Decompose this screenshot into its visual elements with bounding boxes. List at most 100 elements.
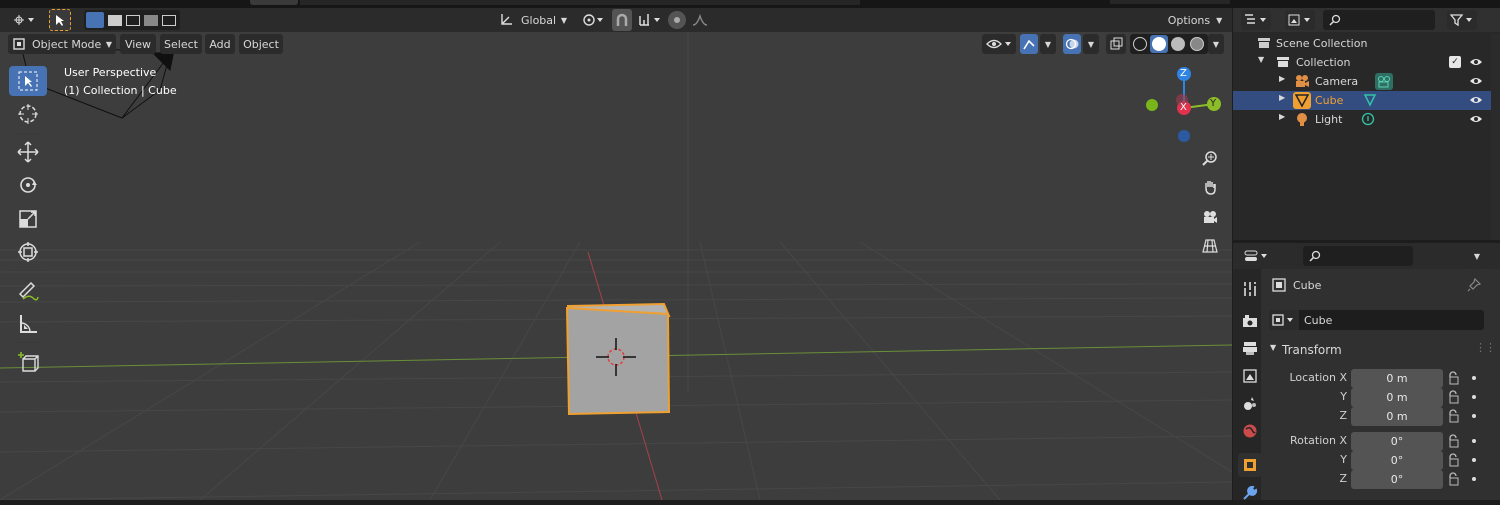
expand-arrow-icon[interactable]: ▶ [1279,74,1285,83]
lock-icon[interactable] [1447,453,1461,467]
scene-tab-icon[interactable] [1238,391,1262,415]
expand-arrow-icon[interactable]: ▶ [1279,93,1285,102]
options-dropdown[interactable]: Options ▼ [1163,10,1227,30]
outliner-row-collection[interactable]: ▼ Collection ✓ [1233,53,1491,72]
shading-mode-group[interactable] [1130,34,1208,54]
lock-icon[interactable] [1447,371,1461,385]
pan-hand-icon[interactable] [1197,174,1223,200]
filter-icon[interactable] [1447,10,1477,30]
menu-object[interactable]: Object [239,34,283,54]
overlays-toggle-icon[interactable] [1063,34,1081,54]
chevron-down-icon[interactable]: ▼ [1208,34,1224,54]
select-box-tool-icon[interactable] [9,66,47,96]
eye-icon[interactable] [1469,114,1483,124]
world-tab-icon[interactable] [1238,419,1262,443]
eye-icon[interactable] [1469,76,1483,86]
keyframe-dot-icon[interactable] [1472,439,1476,443]
add-cube-tool-icon[interactable] [9,347,47,377]
workspace-tabs[interactable] [300,0,860,5]
cube-object[interactable] [560,302,676,420]
measure-tool-icon[interactable] [9,309,47,339]
selection-invert-icon[interactable] [144,15,158,26]
select-tool-icon[interactable] [49,9,71,31]
drag-handle-icon[interactable]: ⋮⋮ [1475,341,1496,354]
eye-icon[interactable] [1469,57,1483,67]
transform-panel-header[interactable]: ▼ Transform ⋮⋮ [1263,339,1500,361]
cursor-tool-icon[interactable] [9,99,47,129]
lock-icon[interactable] [1447,472,1461,486]
annotate-tool-icon[interactable] [9,276,47,306]
keyframe-dot-icon[interactable] [1472,376,1476,380]
mesh-data-icon[interactable] [1363,93,1377,107]
camera-view-icon[interactable] [1197,204,1223,230]
menu-add[interactable]: Add [205,34,235,54]
rotation-x-field[interactable]: 0° [1351,432,1443,451]
outliner-row-camera[interactable]: ▶ Camera [1233,72,1491,91]
modifier-tab-icon[interactable] [1238,481,1262,505]
keyframe-dot-icon[interactable] [1472,458,1476,462]
chevron-down-icon[interactable]: ▼ [1083,34,1099,54]
transform-tool-icon[interactable] [9,237,47,267]
selection-subtract-icon[interactable] [126,15,140,26]
keyframe-dot-icon[interactable] [1472,395,1476,399]
move-tool-icon[interactable] [9,137,47,167]
data-browse-icon[interactable] [1269,310,1299,330]
outliner-scrollbar[interactable] [1491,34,1500,240]
chevron-down-icon[interactable]: ▼ [1040,34,1056,54]
rendered-shading-icon[interactable] [1190,37,1204,51]
view-layer-tab-icon[interactable] [1238,364,1262,388]
outliner-row-scene[interactable]: Scene Collection [1233,34,1491,53]
expand-arrow-icon[interactable]: ▶ [1279,112,1285,121]
selection-intersect-icon[interactable] [162,15,176,26]
scene-selector[interactable] [1110,0,1230,4]
outliner-editor-type-icon[interactable] [1241,10,1271,30]
snap-toggle-icon[interactable] [612,9,632,31]
lock-icon[interactable] [1447,434,1461,448]
location-z-field[interactable]: 0 m [1351,407,1443,426]
menu-view[interactable]: View [120,34,156,54]
outliner-row-cube[interactable]: ▶ Cube [1233,91,1491,110]
tool-settings-tab-icon[interactable] [1238,277,1262,301]
location-y-field[interactable]: 0 m [1351,388,1443,407]
selection-extend-icon[interactable] [108,15,122,26]
eye-icon[interactable] [1469,95,1483,105]
location-x-field[interactable]: 0 m [1351,369,1443,388]
pivot-point-icon[interactable] [578,10,608,30]
wireframe-shading-icon[interactable] [1133,37,1147,51]
rotation-y-field[interactable]: 0° [1351,451,1443,470]
rotation-z-field[interactable]: 0° [1351,470,1443,489]
lock-icon[interactable] [1447,390,1461,404]
chevron-down-icon[interactable]: ▼ [1465,246,1489,266]
outliner-search-input[interactable] [1323,10,1435,30]
keyframe-dot-icon[interactable] [1472,477,1476,481]
lock-icon[interactable] [1447,409,1461,423]
expand-arrow-icon[interactable]: ▼ [1258,55,1264,64]
3d-viewport[interactable]: User Perspective (1) Collection | Cube Z… [0,32,1232,500]
snap-target-icon[interactable] [636,10,664,30]
scale-tool-icon[interactable] [9,204,47,234]
render-tab-icon[interactable] [1238,309,1262,333]
collection-exclude-checkbox[interactable]: ✓ [1449,56,1461,68]
visibility-icon[interactable] [982,34,1016,54]
selection-mode-group[interactable] [84,10,180,30]
xray-toggle-icon[interactable] [1106,34,1126,54]
display-mode-icon[interactable] [1285,10,1315,30]
output-tab-icon[interactable] [1238,336,1262,360]
rotate-tool-icon[interactable] [9,170,47,200]
workspace-tab-active[interactable] [250,0,298,5]
object-tab-icon[interactable] [1238,453,1262,477]
pin-icon[interactable] [1467,278,1481,292]
transform-orientation-dropdown[interactable]: Global ▼ [495,10,571,30]
editor-type-icon[interactable] [8,10,40,30]
falloff-icon[interactable] [688,10,712,30]
light-data-icon[interactable] [1361,112,1375,126]
perspective-grid-icon[interactable] [1197,233,1223,259]
keyframe-dot-icon[interactable] [1472,414,1476,418]
outliner-row-light[interactable]: ▶ Light [1233,110,1491,129]
properties-editor-type-icon[interactable] [1241,246,1273,266]
selection-new-icon[interactable] [86,12,104,28]
object-name-field[interactable]: Cube [1299,310,1484,330]
gizmo-toggle-icon[interactable] [1020,34,1038,54]
properties-search-input[interactable] [1303,246,1413,266]
material-shading-icon[interactable] [1171,37,1185,51]
